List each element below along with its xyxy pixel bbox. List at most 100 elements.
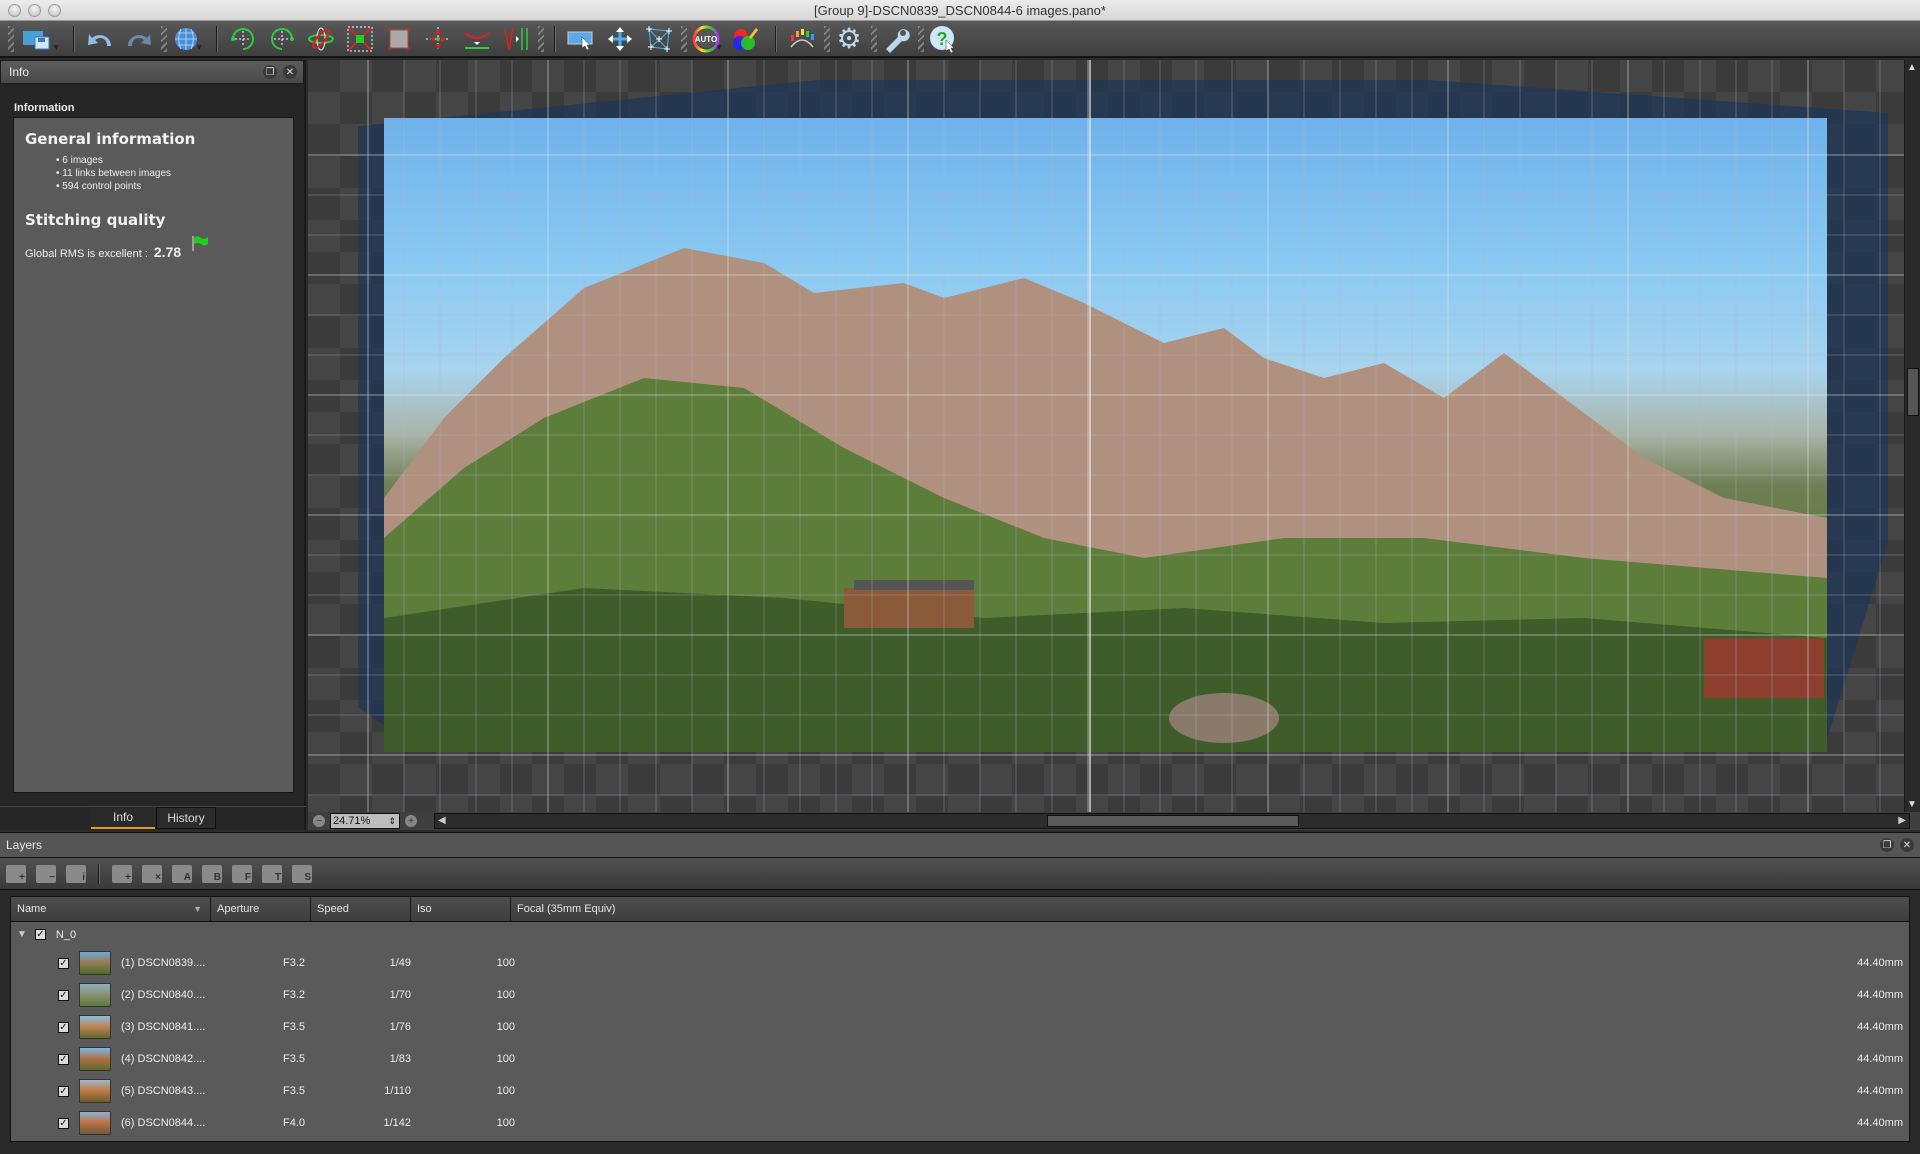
auto-color-button[interactable]: AUTO ▼ [689, 24, 723, 54]
scroll-down-icon[interactable]: ▼ [1907, 799, 1917, 810]
select-image-button[interactable] [564, 24, 598, 54]
fit-crop-button[interactable] [343, 24, 377, 54]
toolbar-grip[interactable] [8, 25, 14, 52]
expand-triangle-icon[interactable]: ▼ [17, 929, 27, 940]
control-points-button[interactable] [642, 24, 676, 54]
toolbar-grip[interactable] [824, 25, 830, 52]
plus-icon: + [408, 815, 414, 827]
layer-checkbox[interactable]: ✓ [58, 1085, 69, 1097]
zoom-stepper-icon[interactable]: ⇕ [388, 816, 396, 827]
add-group-button[interactable]: + [112, 864, 132, 883]
scroll-right-icon[interactable]: ▶ [1898, 815, 1906, 826]
exposure-button[interactable] [785, 24, 819, 54]
group-a-button[interactable]: A [172, 864, 192, 883]
group-b-button[interactable]: B [202, 864, 222, 883]
column-header-iso[interactable]: Iso [411, 897, 511, 921]
close-window-button[interactable] [8, 4, 21, 17]
group-t-button[interactable]: T [262, 864, 282, 883]
layers-panel: Layers ❐ ✕ + − i + × A B F T S Name ▼ Aperture Sp… [0, 832, 1920, 1154]
group-s-button[interactable]: S [292, 864, 312, 883]
add-image-button[interactable]: + [6, 864, 26, 883]
layer-row[interactable]: ✓ (6) DSCN0844.... F4.0 1/142 100 44.40mm [11, 1107, 1909, 1139]
rotate-left-icon [231, 27, 254, 50]
tools-button[interactable] [879, 24, 913, 54]
layer-aperture: F3.2 [283, 957, 306, 969]
panorama-viewer: ▲ ▼ − 24.71% ⇕ + ◀ ▶ [308, 60, 1920, 830]
redo-button[interactable] [122, 24, 156, 54]
layer-iso: 100 [496, 1117, 515, 1129]
close-icon: ✕ [1902, 839, 1912, 851]
image-info-button[interactable]: i [66, 864, 86, 883]
toolbar-grip[interactable] [871, 25, 877, 52]
close-panel-button[interactable]: ✕ [1900, 838, 1914, 852]
column-header-speed[interactable]: Speed [311, 897, 411, 921]
layer-row[interactable]: ✓ (4) DSCN0842.... F3.5 1/83 100 44.40mm [11, 1043, 1909, 1075]
undo-button[interactable] [83, 24, 117, 54]
toolbar-grip[interactable] [918, 25, 924, 52]
zoom-level-field[interactable]: 24.71% ⇕ [330, 813, 400, 829]
color-correction-button[interactable] [728, 24, 762, 54]
move-button[interactable] [603, 24, 637, 54]
remove-image-button[interactable]: − [36, 864, 56, 883]
column-header-name[interactable]: Name ▼ [11, 897, 211, 921]
rotate-right-button[interactable] [265, 24, 299, 54]
zoom-window-button[interactable] [48, 4, 61, 17]
minimize-window-button[interactable] [28, 4, 41, 17]
layer-checkbox[interactable]: ✓ [58, 1117, 69, 1129]
layer-row[interactable]: ✓ (2) DSCN0840.... F3.2 1/70 100 44.40mm [11, 979, 1909, 1011]
close-panel-button[interactable]: ✕ [283, 65, 297, 79]
group-checkbox[interactable]: ✓ [34, 929, 46, 940]
horizontal-scrollbar[interactable]: ◀ ▶ [434, 813, 1910, 829]
float-panel-button[interactable]: ❐ [1880, 838, 1894, 852]
delete-group-button[interactable]: × [142, 864, 162, 883]
projection-button[interactable]: ▼ [169, 24, 203, 54]
rotate-left-button[interactable] [226, 24, 260, 54]
zoom-in-button[interactable]: + [405, 815, 417, 827]
tab-history[interactable]: History [156, 807, 216, 829]
group-f-icon: F [244, 871, 251, 883]
tab-info[interactable]: Info [91, 807, 155, 829]
scroll-up-icon[interactable]: ▲ [1907, 62, 1917, 73]
info-item: 594 control points [56, 180, 293, 193]
close-icon: ✕ [285, 66, 295, 78]
layer-iso: 100 [496, 957, 515, 969]
toolbar-grip[interactable] [161, 25, 167, 52]
column-header-focal[interactable]: Focal (35mm Equiv) [511, 897, 1909, 921]
layer-checkbox[interactable]: ✓ [58, 957, 69, 969]
layer-row[interactable]: ✓ (1) DSCN0839.... F3.2 1/49 100 44.40mm [11, 947, 1909, 979]
layer-thumbnail [79, 983, 111, 1007]
layer-row[interactable]: ✓ (3) DSCN0841.... F3.5 1/76 100 44.40mm [11, 1011, 1909, 1043]
toolbar-grip[interactable] [681, 25, 687, 52]
vertical-lines-button[interactable] [499, 24, 533, 54]
group-f-button[interactable]: F [232, 864, 252, 883]
layer-checkbox[interactable]: ✓ [58, 1021, 69, 1033]
zoom-out-button[interactable]: − [313, 815, 325, 827]
panorama-canvas[interactable] [308, 60, 1904, 812]
layer-name: (5) DSCN0843.... [121, 1085, 206, 1097]
save-project-button[interactable]: ▼ [16, 24, 60, 54]
layer-thumbnail [79, 1111, 111, 1135]
group-row[interactable]: ▼ ✓ N_0 [11, 922, 1909, 947]
scroll-left-icon[interactable]: ◀ [438, 815, 446, 826]
horizon-button[interactable] [460, 24, 494, 54]
toolbar-grip[interactable] [538, 25, 544, 52]
horizontal-scroll-thumb[interactable] [1047, 815, 1299, 827]
set-center-button[interactable] [421, 24, 455, 54]
dropdown-arrow-icon: ▼ [195, 42, 203, 52]
crop-button[interactable] [382, 24, 416, 54]
rotate-3d-button[interactable] [304, 24, 338, 54]
float-icon: ❐ [265, 66, 275, 78]
vertical-scroll-thumb[interactable] [1907, 368, 1919, 416]
layer-checkbox[interactable]: ✓ [58, 1053, 69, 1065]
column-header-aperture[interactable]: Aperture [211, 897, 311, 921]
float-panel-button[interactable]: ❐ [263, 65, 277, 79]
vertical-scrollbar[interactable]: ▲ ▼ [1904, 60, 1920, 812]
minus-icon: − [316, 815, 322, 827]
layer-checkbox[interactable]: ✓ [58, 989, 69, 1001]
settings-button[interactable]: ⚙ [832, 24, 866, 54]
toolbar-separator [98, 863, 100, 884]
layer-row[interactable]: ✓ (5) DSCN0843.... F3.5 1/110 100 44.40mm [11, 1075, 1909, 1107]
column-label: Aperture [217, 903, 260, 915]
help-button[interactable]: ? [926, 24, 960, 54]
group-name: N_0 [55, 928, 77, 941]
